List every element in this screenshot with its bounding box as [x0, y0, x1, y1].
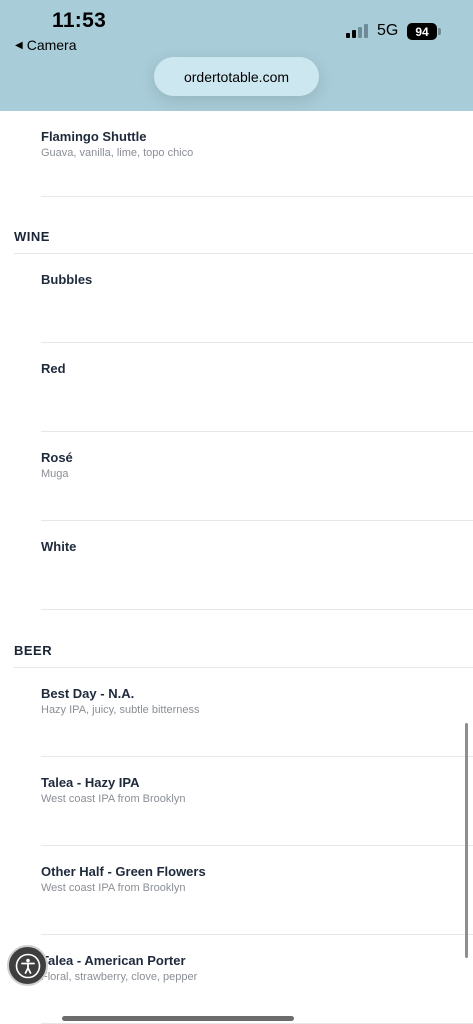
menu-item-talea-hazy-ipa[interactable]: Talea - Hazy IPA West coast IPA from Bro… [41, 757, 473, 846]
item-name: Best Day - N.A. [41, 686, 135, 701]
menu-item-flamingo-shuttle[interactable]: Flamingo Shuttle Guava, vanilla, lime, t… [41, 111, 473, 197]
menu-item-rose[interactable]: Rosé Muga [41, 432, 473, 521]
item-description: West coast IPA from Brooklyn [41, 793, 186, 805]
item-name: White [41, 539, 77, 554]
menu-item-bubbles[interactable]: Bubbles [41, 254, 473, 343]
menu-item-red[interactable]: Red [41, 343, 473, 432]
menu-item-best-day[interactable]: Best Day - N.A. Hazy IPA, juicy, subtle … [41, 668, 473, 757]
item-description: Muga [41, 468, 69, 480]
accessibility-button[interactable] [7, 945, 48, 986]
section-title: BEER [14, 643, 53, 658]
section-title: WINE [14, 229, 50, 244]
battery-tip [438, 28, 441, 35]
browser-header: 11:53 ◀ Camera 5G 94 ordertotable.com [0, 0, 473, 111]
section-header-wine: WINE [14, 217, 473, 254]
status-time: 11:53 [52, 9, 107, 32]
page-scrollbar[interactable] [465, 723, 468, 958]
menu-item-other-half-green-flowers[interactable]: Other Half - Green Flowers West coast IP… [41, 846, 473, 935]
back-label: Camera [26, 37, 77, 53]
item-description: Guava, vanilla, lime, topo chico [41, 147, 194, 159]
item-name: Bubbles [41, 272, 93, 287]
item-description: West coast IPA from Brooklyn [41, 882, 186, 894]
network-type: 5G [377, 22, 399, 39]
item-name: Red [41, 361, 66, 376]
item-name: Talea - Hazy IPA [41, 775, 140, 790]
back-triangle-icon: ◀ [15, 39, 23, 51]
address-bar[interactable]: ordertotable.com [154, 57, 319, 96]
menu-item-talea-american-porter[interactable]: Talea - American Porter Floral, strawber… [41, 935, 473, 1024]
battery-level: 94 [415, 24, 429, 39]
item-name: Talea - American Porter [41, 953, 186, 968]
section-header-beer: BEER [14, 631, 473, 668]
item-name: Rosé [41, 450, 73, 465]
back-to-camera-link[interactable]: ◀ Camera [15, 37, 77, 53]
item-name: Other Half - Green Flowers [41, 864, 206, 879]
menu-item-white[interactable]: White [41, 521, 473, 610]
item-name: Flamingo Shuttle [41, 129, 147, 144]
cellular-signal-icon [346, 24, 368, 38]
url-text: ordertotable.com [183, 68, 290, 85]
accessibility-icon [15, 953, 40, 978]
item-description: Hazy IPA, juicy, subtle bitterness [41, 704, 200, 716]
battery-icon: 94 [407, 23, 437, 40]
item-description: Floral, strawberry, clove, pepper [41, 971, 198, 983]
home-indicator[interactable] [62, 1016, 294, 1021]
